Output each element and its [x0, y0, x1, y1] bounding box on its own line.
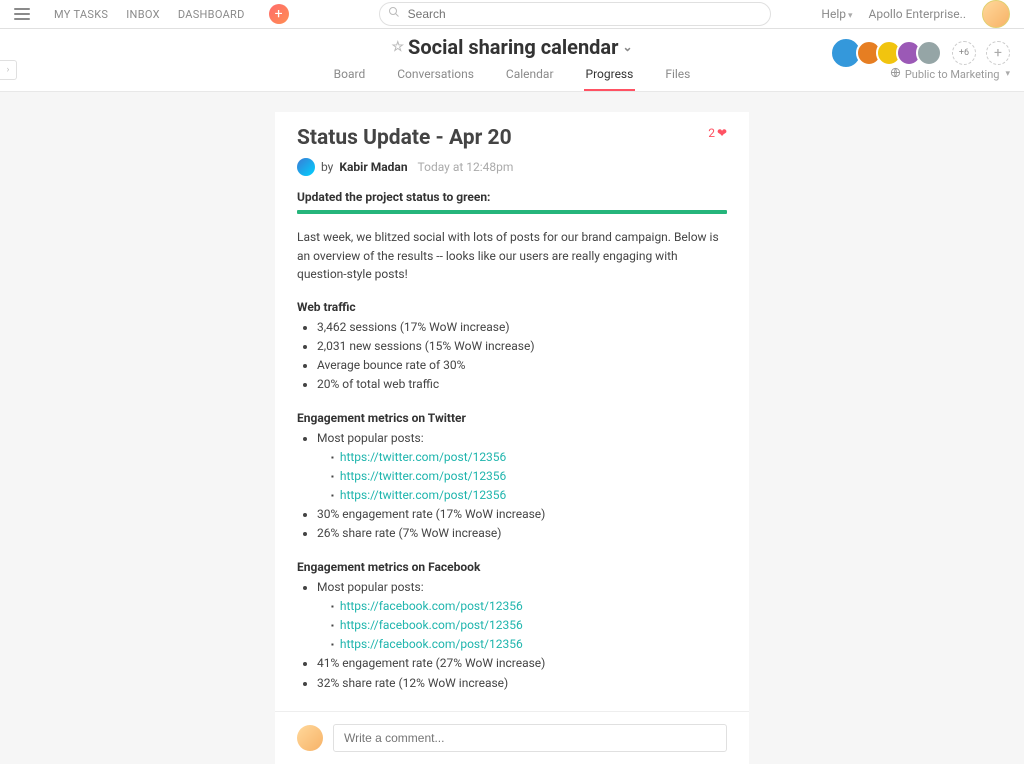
post-link[interactable]: https://facebook.com/post/12356	[340, 599, 523, 613]
chevron-down-icon: ▾	[1005, 69, 1010, 79]
post-title: Status Update - Apr 20	[297, 126, 512, 150]
chevron-down-icon[interactable]: ⌄	[622, 40, 632, 54]
list-item: Most popular posts: https://twitter.com/…	[317, 429, 727, 506]
member-avatar[interactable]	[916, 40, 942, 66]
section-heading-web: Web traffic	[297, 300, 727, 314]
post-timestamp: Today at 12:48pm	[418, 160, 514, 174]
comment-input[interactable]	[333, 724, 727, 752]
project-visibility[interactable]: Public to Marketing ▾	[890, 67, 1010, 81]
help-link[interactable]: Help▾	[821, 7, 852, 21]
comment-composer	[275, 711, 749, 764]
topbar: MY TASKS INBOX DASHBOARD + Help▾ Apollo …	[0, 0, 1024, 29]
tab-calendar[interactable]: Calendar	[504, 67, 556, 91]
list-item: 20% of total web traffic	[317, 375, 727, 394]
topbar-right: Help▾ Apollo Enterprise..	[821, 0, 1010, 28]
list-item: 30% engagement rate (17% WoW increase)	[317, 505, 727, 524]
sidebar-expand-button[interactable]: ›	[0, 60, 17, 80]
list-item: 2,031 new sessions (15% WoW increase)	[317, 337, 727, 356]
add-member-button[interactable]: +	[986, 41, 1010, 65]
post-link[interactable]: https://facebook.com/post/12356	[340, 637, 523, 651]
member-overflow[interactable]: +6	[952, 41, 976, 65]
main: Status Update - Apr 20 2 ❤ by Kabir Mada…	[0, 92, 1024, 764]
quick-add-button[interactable]: +	[269, 4, 289, 24]
twitter-tail-list: 30% engagement rate (17% WoW increase)26…	[297, 505, 727, 543]
like-button[interactable]: 2 ❤	[708, 126, 727, 140]
nav-dashboard[interactable]: DASHBOARD	[178, 8, 245, 21]
status-color-bar	[297, 210, 727, 214]
project-title[interactable]: ☆ Social sharing calendar ⌄	[391, 35, 632, 59]
search-wrap	[379, 2, 771, 26]
list-item: 41% engagement rate (27% WoW increase)	[317, 654, 727, 673]
top-nav: MY TASKS INBOX DASHBOARD	[54, 8, 245, 21]
status-update-card: Status Update - Apr 20 2 ❤ by Kabir Mada…	[275, 112, 749, 764]
globe-icon	[890, 67, 901, 81]
twitter-list: Most popular posts: https://twitter.com/…	[297, 429, 727, 506]
list-item: 26% share rate (7% WoW increase)	[317, 524, 727, 543]
visibility-label: Public to Marketing	[905, 68, 1000, 81]
post-intro: Last week, we blitzed social with lots o…	[297, 228, 727, 284]
project-header: ☆ Social sharing calendar ⌄ Board Conver…	[0, 29, 1024, 92]
list-item: https://twitter.com/post/12356	[331, 467, 727, 486]
tab-progress[interactable]: Progress	[584, 67, 636, 91]
section-heading-twitter: Engagement metrics on Twitter	[297, 411, 727, 425]
list-item: 32% share rate (12% WoW increase)	[317, 674, 727, 693]
list-item: https://facebook.com/post/12356	[331, 635, 727, 654]
list-item: https://facebook.com/post/12356	[331, 597, 727, 616]
web-traffic-list: 3,462 sessions (17% WoW increase)2,031 n…	[297, 318, 727, 395]
nav-my-tasks[interactable]: MY TASKS	[54, 8, 108, 21]
facebook-list: Most popular posts: https://facebook.com…	[297, 578, 727, 655]
like-count: 2	[708, 126, 715, 140]
search-icon	[388, 6, 400, 21]
project-members: +6 +	[830, 37, 1010, 69]
list-item: https://twitter.com/post/12356	[331, 448, 727, 467]
author-avatar[interactable]	[297, 158, 315, 176]
star-icon[interactable]: ☆	[391, 39, 404, 55]
post-link[interactable]: https://twitter.com/post/12356	[340, 469, 506, 483]
post-link[interactable]: https://twitter.com/post/12356	[340, 450, 506, 464]
list-item: https://twitter.com/post/12356	[331, 486, 727, 505]
list-item: Average bounce rate of 30%	[317, 356, 727, 375]
project-title-text: Social sharing calendar	[408, 35, 618, 59]
author-name[interactable]: Kabir Madan	[339, 160, 407, 174]
org-switcher[interactable]: Apollo Enterprise..	[869, 7, 966, 21]
menu-icon[interactable]	[14, 6, 30, 22]
status-heading: Updated the project status to green:	[297, 190, 727, 204]
post-link[interactable]: https://twitter.com/post/12356	[340, 488, 506, 502]
current-user-avatar[interactable]	[982, 0, 1010, 28]
current-user-avatar[interactable]	[297, 725, 323, 751]
project-tabs: Board Conversations Calendar Progress Fi…	[0, 67, 1024, 91]
tab-board[interactable]: Board	[332, 67, 368, 91]
facebook-tail-list: 41% engagement rate (27% WoW increase)32…	[297, 654, 727, 692]
chevron-down-icon: ▾	[848, 11, 853, 21]
heart-icon: ❤	[717, 126, 727, 140]
search-input[interactable]	[379, 2, 771, 26]
tab-conversations[interactable]: Conversations	[395, 67, 476, 91]
post-byline: by Kabir Madan Today at 12:48pm	[297, 158, 727, 176]
list-item: 3,462 sessions (17% WoW increase)	[317, 318, 727, 337]
list-item: Most popular posts: https://facebook.com…	[317, 578, 727, 655]
post-link[interactable]: https://facebook.com/post/12356	[340, 618, 523, 632]
nav-inbox[interactable]: INBOX	[126, 8, 160, 21]
by-prefix: by	[321, 160, 333, 174]
list-item: https://facebook.com/post/12356	[331, 616, 727, 635]
section-heading-facebook: Engagement metrics on Facebook	[297, 560, 727, 574]
tab-files[interactable]: Files	[663, 67, 692, 91]
